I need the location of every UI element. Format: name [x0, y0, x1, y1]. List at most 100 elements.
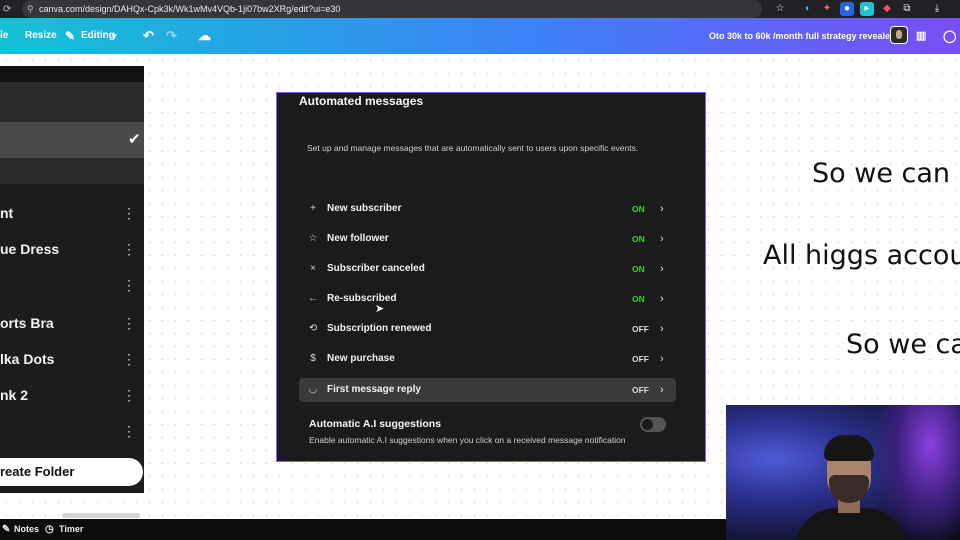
download-icon[interactable]: ⤓ [930, 2, 944, 16]
folder-item[interactable]: ue Dress ⋮ [0, 237, 144, 261]
chevron-right-icon: › [660, 263, 664, 275]
close-icon: × [310, 263, 316, 274]
reload-icon[interactable]: ⟳ [3, 4, 17, 15]
canva-editor-window: ⟳ ⚲ canva.com/design/DAHQx-Cpk3k/Wk1wMv4… [0, 0, 960, 540]
webcam-overlay [726, 405, 960, 540]
extension-icon[interactable]: ● [840, 2, 854, 16]
timer-icon[interactable]: ◷ [45, 519, 54, 540]
slide-text-line[interactable]: All higgs accou [763, 240, 960, 271]
folder-item-label: orts Bra [0, 315, 54, 331]
editing-mode-button[interactable]: Editing [81, 18, 115, 54]
status-badge: OFF [632, 354, 649, 364]
more-vertical-icon[interactable]: ⋮ [122, 273, 136, 297]
file-menu[interactable]: le [0, 18, 8, 54]
slide-text-line[interactable]: So we ca [846, 329, 960, 360]
url-text: canva.com/design/DAHQx-Cpk3k/Wk1wMv4VQb-… [39, 4, 341, 14]
row-label: New follower [327, 233, 389, 244]
site-info-icon[interactable]: ⚲ [27, 0, 34, 18]
folder-item[interactable]: lka Dots ⋮ [0, 347, 144, 371]
pencil-icon: ✎ [65, 29, 76, 43]
chevron-right-icon: › [660, 203, 664, 215]
plus-icon: + [310, 203, 316, 214]
selected-folder-row[interactable] [0, 122, 144, 158]
folder-item-label: nk 2 [0, 387, 29, 403]
folder-item[interactable]: ⋮ [0, 419, 144, 443]
bar-chart-icon[interactable]: ▥ [916, 18, 926, 54]
folder-item[interactable]: nt ⋮ [0, 201, 144, 225]
message-row-new-purchase[interactable]: $ New purchase OFF › [299, 347, 676, 371]
ai-suggestions-toggle[interactable] [640, 417, 666, 432]
url-field[interactable]: ⚲ canva.com/design/DAHQx-Cpk3k/Wk1wMv4VQ… [22, 0, 762, 18]
comment-icon[interactable]: ◯ [943, 18, 956, 54]
folder-item-label: ue Dress [0, 241, 60, 257]
folder-item[interactable]: ⋮ [0, 273, 144, 297]
horizontal-scrollbar[interactable] [62, 513, 140, 518]
ai-suggestions-title: Automatic A.I suggestions [309, 418, 442, 430]
folder-item-label: lka Dots [0, 351, 55, 367]
row-label: New subscriber [327, 203, 402, 214]
notes-icon[interactable]: ✎ [2, 519, 10, 540]
message-row-new-subscriber[interactable]: + New subscriber ON › [299, 197, 676, 221]
extension-icon[interactable]: ◆ [880, 2, 894, 16]
status-badge: ON [632, 234, 645, 244]
chevron-right-icon: › [660, 384, 664, 396]
status-badge: ON [632, 294, 645, 304]
extension-icon[interactable]: ▸ [860, 2, 874, 16]
folder-item[interactable]: orts Bra ⋮ [0, 311, 144, 335]
row-label: Subscription renewed [327, 323, 432, 334]
presenter-hair [824, 435, 874, 461]
undo-icon[interactable]: ↶ [143, 18, 154, 54]
status-badge: ON [632, 264, 645, 274]
star-icon: ☆ [308, 233, 318, 244]
folder-list-panel: ✔ nt ⋮ ue Dress ⋮ ⋮ orts Bra ⋮ lka Dots … [0, 66, 144, 493]
timer-button[interactable]: Timer [59, 519, 83, 540]
more-vertical-icon[interactable]: ⋮ [122, 383, 136, 407]
more-vertical-icon[interactable]: ⋮ [122, 311, 136, 335]
automated-messages-panel: Automated messages Set up and manage mes… [276, 92, 706, 462]
browser-address-bar: ⟳ ⚲ canva.com/design/DAHQx-Cpk3k/Wk1wMv4… [0, 0, 960, 18]
avatar[interactable] [890, 26, 908, 44]
extension-icon[interactable]: ◖ [800, 2, 814, 16]
canva-toolbar: le Resize ✎ Editing ▾ ↶ ↷ ☁ Oto 30k to 6… [0, 18, 960, 54]
chevron-right-icon: › [660, 233, 664, 245]
ai-suggestions-description: Enable automatic A.I suggestions when yo… [309, 435, 626, 445]
folder-item[interactable]: nk 2 ⋮ [0, 383, 144, 407]
folder-item-label: nt [0, 205, 14, 221]
panel-description: Set up and manage messages that are auto… [307, 143, 639, 153]
more-vertical-icon[interactable]: ⋮ [122, 347, 136, 371]
repeat-icon: ⟲ [308, 323, 318, 334]
message-row-first-message-reply[interactable]: ◡ First message reply OFF › [299, 378, 676, 402]
chevron-right-icon: › [660, 323, 664, 335]
extension-icon[interactable]: ✦ [820, 2, 834, 16]
message-row-new-follower[interactable]: ☆ New follower ON › [299, 227, 676, 251]
status-badge: ON [632, 204, 645, 214]
chevron-down-icon[interactable]: ▾ [112, 18, 117, 54]
more-vertical-icon[interactable]: ⋮ [122, 237, 136, 261]
redo-icon[interactable]: ↷ [166, 18, 177, 54]
more-vertical-icon[interactable]: ⋮ [122, 201, 136, 225]
more-vertical-icon[interactable]: ⋮ [122, 419, 136, 443]
cloud-sync-icon[interactable]: ☁ [198, 18, 211, 54]
presenter-beard [829, 475, 869, 503]
bookmark-star-icon[interactable]: ☆ [773, 2, 787, 16]
row-label: Re-subscribed [327, 293, 397, 304]
panel-top-strip [0, 66, 144, 82]
arrow-left-icon: ← [308, 293, 318, 304]
notes-button[interactable]: Notes [14, 519, 39, 540]
check-icon: ✔ [128, 131, 141, 148]
row-label: Subscriber canceled [327, 263, 425, 274]
message-row-subscription-renewed[interactable]: ⟲ Subscription renewed OFF › [299, 317, 676, 341]
message-row-re-subscribed[interactable]: ← Re-subscribed ON › [299, 287, 676, 311]
create-folder-button[interactable]: reate Folder [0, 458, 143, 486]
panel-title: Automated messages [299, 94, 424, 108]
message-row-subscriber-canceled[interactable]: × Subscriber canceled ON › [299, 257, 676, 281]
puzzle-icon[interactable]: ⧉ [900, 2, 914, 16]
status-badge: OFF [632, 385, 649, 395]
slide-text-line[interactable]: So we can [812, 158, 950, 189]
resize-button[interactable]: Resize [25, 18, 57, 54]
shield-icon: ◡ [308, 384, 318, 395]
mouse-cursor-icon: ➤ [375, 303, 385, 315]
row-label: New purchase [327, 353, 395, 364]
dollar-icon: $ [310, 353, 316, 364]
design-title[interactable]: Oto 30k to 60k /month full strategy reve… [709, 18, 896, 54]
